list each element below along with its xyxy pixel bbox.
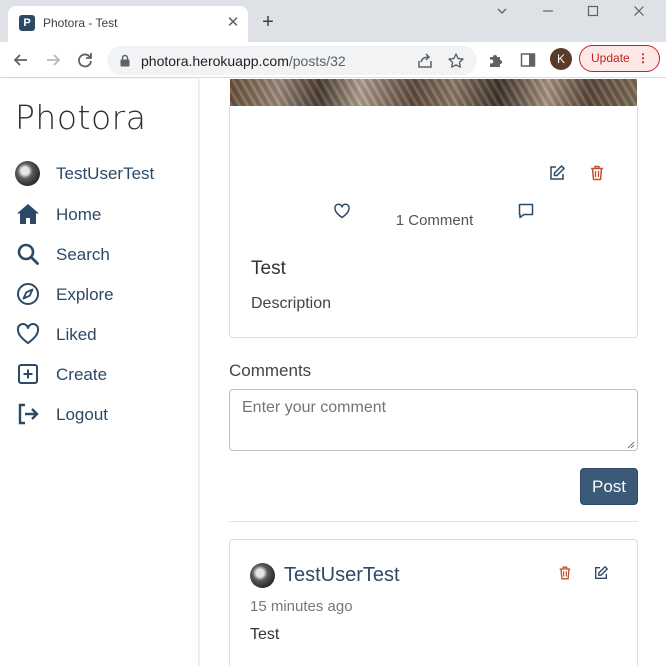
app-logo[interactable]: Photora bbox=[15, 98, 146, 137]
comment-card: TestUserTest 15 minutes ago Test bbox=[229, 539, 638, 666]
sidebar-item-home[interactable]: Home bbox=[15, 200, 185, 228]
home-icon bbox=[17, 204, 39, 224]
resize-handle-icon[interactable] bbox=[625, 439, 635, 449]
side-panel-icon[interactable] bbox=[519, 51, 537, 69]
comment-timestamp: 15 minutes ago bbox=[250, 598, 353, 615]
comment-text: Test bbox=[250, 626, 280, 643]
logout-icon bbox=[18, 403, 39, 425]
tab-close-icon[interactable]: ✕ bbox=[224, 14, 242, 32]
divider bbox=[229, 521, 638, 522]
main-content: 1 Comment Test Description Comments Post… bbox=[200, 79, 666, 666]
browser-menu-icon[interactable]: ⋮ bbox=[637, 46, 649, 71]
browser-tab-strip: P Photora - Test ✕ + bbox=[0, 0, 666, 42]
sidebar-item-logout[interactable]: Logout bbox=[15, 400, 185, 428]
share-icon[interactable] bbox=[416, 52, 434, 70]
sidebar-item-label: Home bbox=[56, 205, 102, 224]
url-path: /posts/32 bbox=[288, 53, 346, 69]
tab-title: Photora - Test bbox=[43, 16, 118, 30]
trash-icon[interactable] bbox=[588, 164, 606, 182]
sidebar-item-profile[interactable]: TestUserTest bbox=[15, 159, 185, 187]
sidebar-item-label: Logout bbox=[56, 405, 108, 424]
sidebar-item-search[interactable]: Search bbox=[15, 240, 185, 268]
comment-username[interactable]: TestUserTest bbox=[284, 564, 400, 587]
browser-tab[interactable]: P Photora - Test ✕ bbox=[8, 6, 248, 42]
compass-icon bbox=[17, 283, 39, 305]
sidebar-item-label: TestUserTest bbox=[56, 164, 155, 183]
address-bar[interactable]: photora.herokuapp.com/posts/32 bbox=[107, 46, 477, 75]
sidebar: Photora TestUserTest Home Search Explore… bbox=[0, 79, 199, 666]
sidebar-item-liked[interactable]: Liked bbox=[15, 320, 185, 348]
lock-icon bbox=[120, 54, 130, 67]
sidebar-item-label: Create bbox=[56, 365, 108, 384]
comments-heading: Comments bbox=[229, 361, 312, 380]
user-avatar bbox=[15, 161, 40, 186]
plus-square-icon bbox=[18, 364, 38, 384]
post-title: Test bbox=[251, 258, 286, 279]
photora-favicon-icon: P bbox=[19, 15, 35, 31]
extensions-icon[interactable] bbox=[487, 51, 505, 69]
sidebar-item-label: Explore bbox=[56, 285, 114, 304]
url-host: photora.herokuapp.com bbox=[141, 53, 289, 69]
minimize-icon[interactable] bbox=[542, 5, 566, 23]
post-card: 1 Comment Test Description bbox=[229, 106, 638, 338]
window-close-icon[interactable] bbox=[633, 5, 657, 23]
sidebar-item-label: Liked bbox=[56, 325, 97, 344]
post-description: Description bbox=[251, 295, 332, 312]
profile-avatar[interactable]: K bbox=[550, 48, 572, 70]
bookmark-star-icon[interactable] bbox=[447, 52, 465, 70]
post-comment-button[interactable]: Post bbox=[580, 468, 638, 505]
reload-icon[interactable] bbox=[75, 50, 95, 70]
sidebar-item-label: Search bbox=[56, 245, 110, 264]
forward-icon[interactable] bbox=[43, 50, 63, 70]
new-tab-icon[interactable]: + bbox=[258, 12, 278, 32]
maximize-icon[interactable] bbox=[587, 5, 611, 23]
back-icon[interactable] bbox=[11, 50, 31, 70]
update-label: Update bbox=[591, 51, 630, 65]
update-button[interactable]: Update ⋮ bbox=[579, 45, 660, 72]
sidebar-item-create[interactable]: Create bbox=[15, 360, 185, 388]
edit-icon[interactable] bbox=[593, 565, 609, 581]
trash-icon[interactable] bbox=[557, 565, 573, 581]
comment-input[interactable] bbox=[229, 389, 638, 451]
sidebar-item-explore[interactable]: Explore bbox=[15, 280, 185, 308]
comment-count[interactable]: 1 Comment bbox=[230, 212, 639, 229]
url-text: photora.herokuapp.com/posts/32 bbox=[141, 53, 346, 69]
heart-icon bbox=[16, 322, 40, 344]
search-icon bbox=[17, 243, 39, 265]
avatar[interactable] bbox=[250, 563, 275, 588]
edit-icon[interactable] bbox=[548, 164, 566, 182]
tab-search-icon[interactable] bbox=[496, 5, 520, 23]
post-image bbox=[230, 79, 637, 106]
